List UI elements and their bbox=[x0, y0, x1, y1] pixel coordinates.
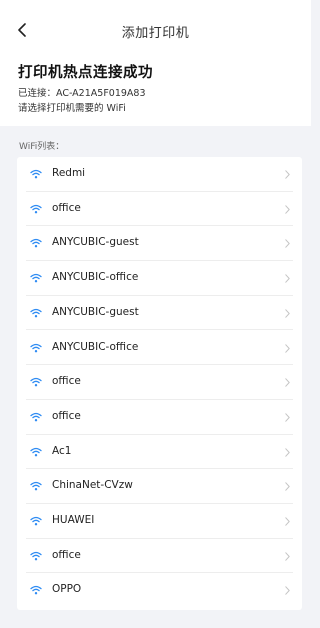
wifi-list-label: WiFi列表： bbox=[19, 142, 65, 152]
top-nav-bar: 添加打印机 bbox=[0, 0, 311, 54]
chevron-right-icon bbox=[285, 343, 290, 353]
wifi-list-item[interactable]: office bbox=[17, 400, 302, 435]
wifi-name: ChinaNet-CVzw bbox=[52, 479, 133, 492]
wifi-list-item[interactable]: office bbox=[17, 539, 302, 574]
wifi-list-item[interactable]: HUAWEI bbox=[17, 504, 302, 539]
wifi-name: Ac1 bbox=[52, 444, 72, 457]
wifi-list-item[interactable]: OPPO bbox=[17, 573, 302, 608]
wifi-icon bbox=[30, 273, 42, 283]
wifi-list-item[interactable]: Redmi bbox=[17, 157, 302, 192]
wifi-list-item[interactable]: ANYCUBIC-guest bbox=[17, 296, 302, 331]
wifi-icon bbox=[30, 238, 42, 248]
wifi-name: office bbox=[52, 375, 81, 388]
wifi-list-item[interactable]: ANYCUBIC-guest bbox=[17, 226, 302, 262]
wifi-icon bbox=[30, 169, 42, 179]
chevron-right-icon bbox=[285, 586, 290, 596]
wifi-icon bbox=[30, 516, 42, 526]
wifi-icon bbox=[30, 551, 42, 561]
wifi-icon bbox=[30, 204, 42, 214]
chevron-right-icon bbox=[285, 204, 290, 214]
wifi-list-item[interactable]: ANYCUBIC-office bbox=[17, 331, 302, 366]
wifi-list-item[interactable]: Ac1 bbox=[17, 435, 302, 470]
chevron-right-icon bbox=[285, 274, 290, 283]
wifi-icon bbox=[30, 412, 42, 422]
wifi-icon bbox=[30, 447, 42, 457]
wifi-icon bbox=[30, 343, 42, 353]
chevron-right-icon bbox=[285, 239, 290, 249]
wifi-name: office bbox=[52, 201, 81, 214]
wifi-name: office bbox=[52, 548, 81, 561]
wifi-icon bbox=[30, 585, 42, 595]
wifi-name: Redmi bbox=[52, 167, 86, 179]
connected-device-text: 已连接：AC-A21A5F019A83 bbox=[18, 88, 146, 99]
chevron-right-icon bbox=[285, 309, 290, 318]
connection-status-panel: 打印机热点连接成功 已连接：AC-A21A5F019A83 请选择打印机需要的 … bbox=[0, 54, 311, 126]
wifi-name: ANYCUBIC-guest bbox=[52, 236, 139, 249]
chevron-right-icon bbox=[285, 482, 290, 491]
chevron-right-icon bbox=[285, 551, 290, 561]
wifi-list-item[interactable]: ANYCUBIC-office bbox=[17, 261, 302, 296]
wifi-list-item[interactable]: ChinaNet-CVzw bbox=[17, 469, 302, 504]
chevron-right-icon bbox=[285, 413, 290, 422]
chevron-right-icon bbox=[285, 447, 290, 457]
wifi-name: HUAWEI bbox=[52, 514, 95, 526]
wifi-name: ANYCUBIC-office bbox=[52, 340, 139, 353]
wifi-name: office bbox=[52, 409, 81, 422]
chevron-right-icon bbox=[285, 517, 290, 526]
add-printer-page: 添加打印机 打印机热点连接成功 已连接：AC-A21A5F019A83 请选择打… bbox=[0, 0, 311, 628]
wifi-list: Redmi office ANYCUBIC-guest ANYCUBIC-office… bbox=[17, 157, 302, 610]
page-title: 添加打印机 bbox=[121, 26, 190, 41]
connection-success-title: 打印机热点连接成功 bbox=[18, 65, 153, 81]
wifi-icon bbox=[30, 308, 42, 318]
wifi-icon bbox=[30, 377, 42, 387]
wifi-name: OPPO bbox=[52, 583, 82, 596]
wifi-name: ANYCUBIC-office bbox=[52, 271, 139, 284]
chevron-right-icon bbox=[285, 170, 290, 179]
wifi-icon bbox=[30, 481, 42, 491]
wifi-list-item[interactable]: office bbox=[17, 192, 302, 227]
chevron-right-icon bbox=[285, 378, 290, 387]
wifi-list-item[interactable]: office bbox=[17, 365, 302, 400]
wifi-name: ANYCUBIC-guest bbox=[52, 305, 139, 318]
select-wifi-hint: 请选择打印机需要的 WiFi bbox=[18, 103, 126, 114]
